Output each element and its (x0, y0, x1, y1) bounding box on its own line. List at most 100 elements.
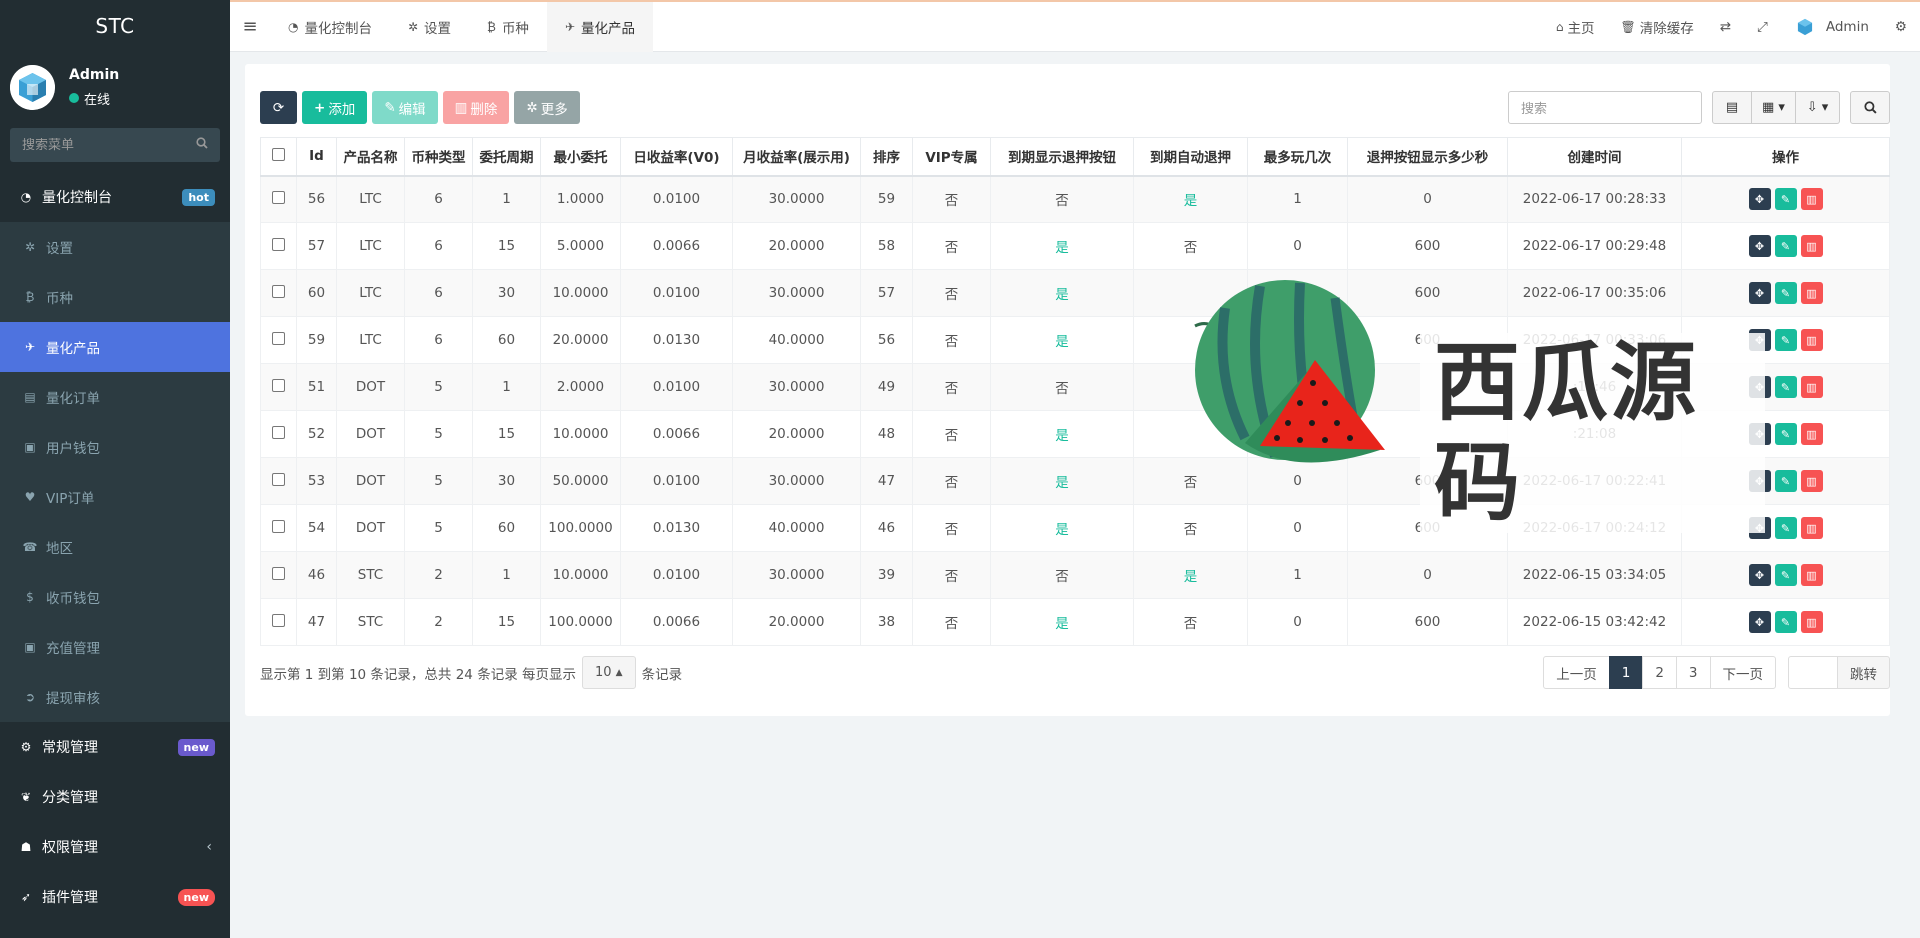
delete-icon[interactable]: ▥ (1800, 470, 1823, 492)
add-button[interactable]: + 添加 (302, 91, 368, 124)
fullscreen-icon[interactable]: ⤢ (1744, 2, 1781, 52)
column-header[interactable]: VIP专属 (912, 137, 991, 177)
row-checkbox[interactable] (260, 175, 297, 223)
table-cell[interactable]: 是 (990, 269, 1134, 317)
gears-icon[interactable]: ⚙ (1882, 2, 1920, 52)
table-cell[interactable]: 否 (1133, 222, 1248, 270)
jump-page-input[interactable] (1788, 656, 1838, 689)
prev-page-button[interactable]: 上一页 (1543, 656, 1610, 689)
sidebar-item-quant-products[interactable]: ✈ 量化产品 (0, 322, 230, 372)
row-checkbox[interactable] (260, 269, 297, 317)
sidebar-item-dashboard[interactable]: ◔ 量化控制台 hot (0, 172, 230, 222)
table-row[interactable]: 46 STC 2 1 10.0000 0.0100 30.0000 39 否否是 1 0 2022-0… (260, 551, 1890, 599)
column-header[interactable]: 日收益率(V0) (620, 137, 733, 177)
brand-logo[interactable]: STC (0, 0, 230, 52)
column-header[interactable]: 委托周期 (472, 137, 541, 177)
jump-button[interactable]: 跳转 (1837, 656, 1890, 689)
delete-icon[interactable]: ▥ (1800, 329, 1823, 351)
table-cell[interactable]: 否 (1133, 598, 1248, 646)
drag-icon[interactable]: ✥ (1748, 188, 1771, 211)
tab-coins[interactable]: ₿ 币种 (469, 2, 547, 52)
page-size-dropdown[interactable]: 10 ▲ (581, 656, 636, 689)
edit-button[interactable]: ✎ 编辑 (372, 91, 438, 124)
delete-icon[interactable]: ▥ (1800, 235, 1823, 257)
table-cell[interactable]: 否 (1133, 504, 1248, 552)
sidebar-item-auth[interactable]: ☗ 权限管理 ‹ (0, 822, 230, 872)
row-checkbox[interactable] (260, 457, 297, 505)
column-header[interactable]: 最小委托 (540, 137, 621, 177)
table-cell[interactable]: 是 (1133, 551, 1248, 599)
sidebar-item-general[interactable]: ⚙ 常规管理 new (0, 722, 230, 772)
sidebar-item-coins[interactable]: ₿ 币种 (0, 272, 230, 322)
table-row[interactable]: 57 LTC 6 15 5.0000 0.0066 20.0000 58 否是否 0 600 2022… (260, 222, 1890, 270)
table-row[interactable]: 56 LTC 6 1 1.0000 0.0100 30.0000 59 否否是 1 0 2022-06… (260, 175, 1890, 223)
table-cell[interactable]: 否 (990, 175, 1134, 223)
table-cell[interactable]: 否 (990, 551, 1134, 599)
delete-icon[interactable]: ▥ (1800, 282, 1823, 304)
table-cell[interactable]: 是 (990, 598, 1134, 646)
sidebar-item-region[interactable]: ☎ 地区 (0, 522, 230, 572)
tab-quant-products[interactable]: ✈ 量化产品 (546, 1, 653, 52)
table-cell[interactable]: 否 (990, 363, 1134, 411)
next-page-button[interactable]: 下一页 (1709, 656, 1776, 689)
menu-toggle-icon[interactable]: ≡ (230, 1, 270, 53)
delete-icon[interactable]: ▥ (1800, 188, 1823, 211)
sidebar-item-settings[interactable]: ✲ 设置 (0, 222, 230, 272)
edit-icon[interactable]: ✎ (1774, 282, 1797, 304)
column-header[interactable]: 币种类型 (404, 137, 473, 177)
sidebar-item-category[interactable]: ❦ 分类管理 (0, 772, 230, 822)
page-button[interactable]: 3 (1675, 656, 1711, 689)
table-search-input[interactable]: 搜索 (1508, 91, 1702, 124)
column-header[interactable]: 排序 (860, 137, 913, 177)
edit-icon[interactable]: ✎ (1774, 235, 1797, 257)
table-cell[interactable]: 是 (990, 504, 1134, 552)
table-row[interactable]: 47 STC 2 15 100.0000 0.0066 20.0000 38 否是否 0 600 20… (260, 598, 1890, 646)
columns-icon[interactable]: ▦ ▾ (1752, 91, 1796, 124)
page-button[interactable]: 1 (1608, 656, 1644, 689)
tab-dashboard[interactable]: ◔ 量化控制台 (270, 2, 390, 52)
sidebar-item-plugins[interactable]: ➶ 插件管理 new (0, 872, 230, 922)
tab-settings[interactable]: ✲ 设置 (390, 2, 469, 52)
drag-icon[interactable]: ✥ (1748, 564, 1771, 586)
table-cell[interactable]: 是 (1133, 175, 1248, 223)
column-header[interactable]: 创建时间 (1507, 137, 1682, 177)
row-checkbox[interactable] (260, 363, 297, 411)
page-button[interactable]: 2 (1642, 656, 1677, 689)
home-link[interactable]: ⌂ 主页 (1543, 2, 1608, 52)
sidebar-item-withdraw-review[interactable]: ➲ 提现审核 (0, 672, 230, 722)
delete-icon[interactable]: ▥ (1800, 376, 1823, 398)
table-cell[interactable]: 是 (990, 457, 1134, 505)
more-button[interactable]: ✲ 更多 (514, 91, 580, 124)
drag-icon[interactable]: ✥ (1748, 611, 1771, 633)
column-header[interactable]: Id (296, 137, 337, 177)
delete-icon[interactable]: ▥ (1800, 564, 1823, 586)
sidebar-item-quant-orders[interactable]: ▤ 量化订单 (0, 372, 230, 422)
sidebar-item-receive-wallet[interactable]: $ 收币钱包 (0, 572, 230, 622)
sidebar-item-recharge[interactable]: ▣ 充值管理 (0, 622, 230, 672)
language-icon[interactable]: ⇄ (1707, 2, 1744, 52)
column-header[interactable]: 到期自动退押 (1133, 137, 1248, 177)
export-icon[interactable]: ⇩ ▾ (1796, 91, 1840, 124)
row-checkbox[interactable] (260, 316, 297, 364)
column-header[interactable]: 产品名称 (336, 137, 405, 177)
column-header[interactable]: 退押按钮显示多少秒 (1347, 137, 1508, 177)
search-icon[interactable] (196, 137, 208, 153)
row-checkbox[interactable] (260, 551, 297, 599)
select-all-checkbox[interactable] (260, 137, 297, 177)
delete-icon[interactable]: ▥ (1800, 517, 1823, 539)
edit-icon[interactable]: ✎ (1774, 188, 1797, 211)
search-icon[interactable] (1850, 91, 1890, 124)
edit-icon[interactable]: ✎ (1774, 376, 1797, 398)
delete-icon[interactable]: ▥ (1800, 423, 1823, 445)
column-header[interactable]: 月收益率(展示用) (732, 137, 861, 177)
edit-icon[interactable]: ✎ (1774, 470, 1797, 492)
row-checkbox[interactable] (260, 410, 297, 458)
row-checkbox[interactable] (260, 504, 297, 552)
edit-icon[interactable]: ✎ (1774, 517, 1797, 539)
sidebar-search-input[interactable] (22, 137, 182, 153)
refresh-button[interactable]: ⟳ (260, 91, 297, 124)
edit-icon[interactable]: ✎ (1774, 423, 1797, 445)
edit-icon[interactable]: ✎ (1774, 564, 1797, 586)
delete-icon[interactable]: ▥ (1800, 611, 1823, 633)
row-checkbox[interactable] (260, 598, 297, 646)
